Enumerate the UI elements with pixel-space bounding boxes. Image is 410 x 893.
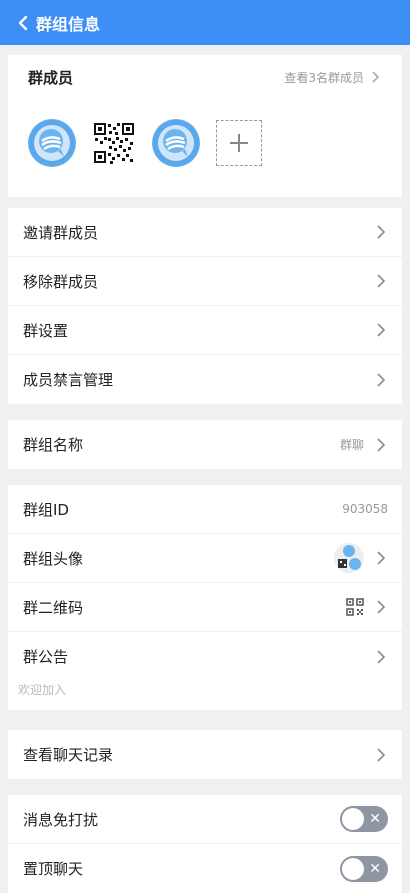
chevron-right-icon: [377, 551, 386, 565]
toggle-knob: [342, 857, 364, 880]
row-label: 消息免打扰: [23, 810, 99, 829]
row-label: 群组名称: [23, 436, 84, 454]
group-name-value: 群聊: [339, 438, 364, 452]
view-members-link[interactable]: 查看3名群成员: [284, 69, 382, 86]
row-label: 群二维码: [23, 598, 84, 617]
plus-icon: [230, 134, 248, 152]
add-member-button[interactable]: [216, 120, 262, 166]
member-avatar[interactable]: [28, 119, 76, 167]
chevron-left-icon: [18, 15, 28, 30]
member-avatar[interactable]: [152, 119, 200, 167]
chevron-right-icon: [377, 437, 386, 452]
group-info-group: 群组ID 903058 群组头像 群二维码 群公告 欢迎加入: [8, 485, 402, 710]
group-notice-text: 欢迎加入: [18, 683, 67, 697]
row-label: 群组头像: [23, 549, 84, 568]
group-id-row: 群组ID 903058: [8, 485, 402, 534]
qrcode-icon: [346, 598, 364, 616]
chevron-right-icon: [377, 747, 386, 762]
group-qrcode-row[interactable]: 群二维码: [8, 583, 402, 632]
chat-logo-icon: [29, 120, 75, 166]
page-title: 群组信息: [36, 14, 101, 34]
mute-management-row[interactable]: 成员禁言管理: [8, 355, 402, 404]
pin-chat-row: 置顶聊天 ✕: [8, 844, 402, 893]
qr-avatar-icon: [92, 121, 136, 165]
back-button[interactable]: [12, 12, 34, 34]
close-icon: ✕: [369, 860, 381, 877]
row-label: 查看聊天记录: [23, 746, 114, 764]
settings-group: 消息免打扰 ✕ 置顶聊天 ✕: [8, 795, 402, 893]
members-label: 群成员: [28, 68, 74, 87]
row-label: 群公告: [23, 648, 69, 666]
chevron-right-icon: [377, 225, 386, 239]
view-members-text: 查看3名群成员: [284, 70, 364, 85]
pin-chat-toggle[interactable]: ✕: [340, 855, 388, 882]
group-avatar-row[interactable]: 群组头像: [8, 534, 402, 583]
row-label: 群设置: [23, 321, 69, 340]
chevron-right-icon: [372, 71, 380, 83]
row-label: 置顶聊天: [23, 860, 84, 878]
group-avatar-thumb: [334, 543, 364, 573]
group-id-value: 903058: [342, 502, 388, 516]
do-not-disturb-row: 消息免打扰 ✕: [8, 795, 402, 844]
group-name-row[interactable]: 群组名称 群聊: [8, 420, 402, 469]
invite-members-row[interactable]: 邀请群成员: [8, 208, 402, 257]
group-name-group: 群组名称 群聊: [8, 420, 402, 469]
chevron-right-icon: [377, 323, 386, 337]
member-actions-group: 邀请群成员 移除群成员 群设置 成员禁言管理: [8, 208, 402, 404]
group-notice-row[interactable]: 群公告: [8, 632, 402, 681]
do-not-disturb-toggle[interactable]: ✕: [340, 806, 388, 832]
toggle-knob: [342, 808, 364, 830]
group-avatar-icon: [334, 543, 364, 573]
header-bar: 群组信息: [0, 0, 410, 45]
chevron-right-icon: [377, 372, 386, 387]
row-label: 群组ID: [23, 500, 69, 519]
chat-history-row[interactable]: 查看聊天记录: [8, 730, 402, 779]
members-card: 群成员 查看3名群成员: [8, 55, 402, 197]
member-avatars: [8, 119, 402, 167]
row-label: 成员禁言管理: [23, 371, 114, 389]
remove-members-row[interactable]: 移除群成员: [8, 257, 402, 306]
history-group: 查看聊天记录: [8, 730, 402, 779]
chevron-right-icon: [377, 649, 386, 664]
chevron-right-icon: [377, 274, 386, 288]
chat-logo-icon: [153, 120, 199, 166]
group-settings-row[interactable]: 群设置: [8, 306, 402, 355]
close-icon: ✕: [369, 811, 381, 827]
member-avatar-qr[interactable]: [92, 121, 136, 165]
row-label: 移除群成员: [23, 272, 99, 291]
row-label: 邀请群成员: [23, 223, 99, 242]
chevron-right-icon: [377, 600, 386, 614]
